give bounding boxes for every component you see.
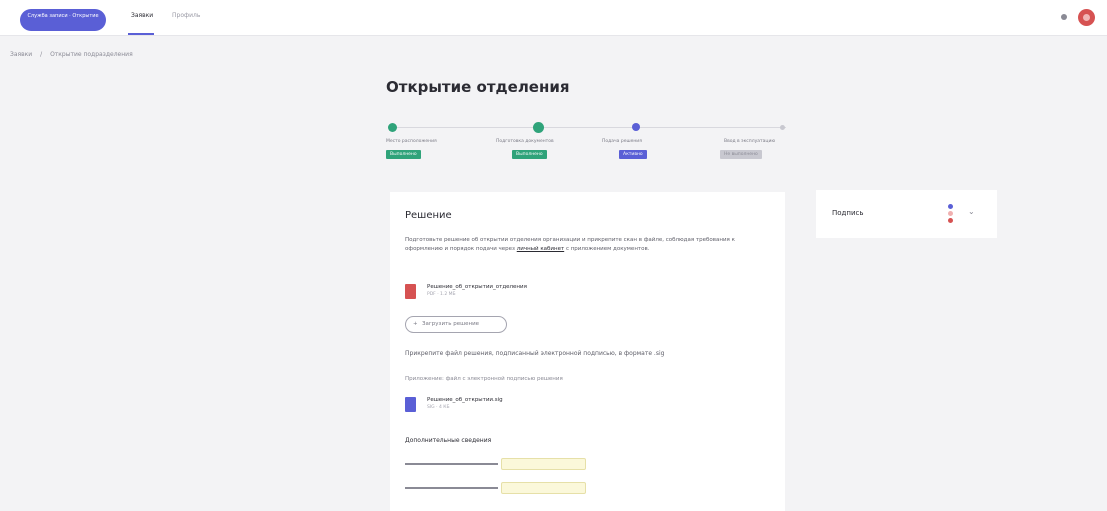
breadcrumb-item-requests[interactable]: Заявки	[10, 51, 32, 58]
app-logo[interactable]: Служба записи · Открытие	[20, 9, 106, 31]
file-name: Решение_об_открытии_отделения	[427, 284, 527, 290]
step-label: Подача решения	[602, 139, 642, 144]
signature-instruction: Прикрепите файл решения, подписанный эле…	[405, 350, 665, 357]
card-description: Подготовьте решение об открытии отделени…	[405, 237, 735, 252]
card-title: Решение	[405, 210, 452, 221]
plus-icon: +	[413, 321, 418, 327]
step-status-badge: Активно	[619, 150, 647, 159]
step-label: Подготовка документов	[496, 139, 554, 144]
pdf-file-icon	[405, 284, 416, 299]
breadcrumb: Заявки / Открытие подразделения	[10, 51, 139, 58]
tab-requests[interactable]: Заявки	[131, 12, 153, 19]
decision-card: Решение Подготовьте решение об открытии …	[390, 192, 785, 511]
step-label: Ввод в эксплуатацию	[724, 139, 776, 144]
row-label-placeholder	[405, 487, 498, 489]
highlighted-field[interactable]	[501, 482, 586, 494]
step-dot	[632, 123, 640, 131]
avatar[interactable]	[1078, 9, 1095, 26]
progress-stepper: Место расположения Выполнено Подготовка …	[386, 120, 790, 164]
breadcrumb-separator: /	[40, 51, 43, 58]
doc-file-icon	[405, 397, 416, 412]
top-bar: Служба записи · Открытие Заявки Профиль	[0, 0, 1107, 36]
page-title: Открытие отделения	[386, 78, 570, 96]
file-name: Решение_об_открытии.sig	[427, 397, 503, 403]
tab-profile[interactable]: Профиль	[172, 12, 200, 19]
stepper-line	[394, 127, 786, 128]
upload-decision-button[interactable]: + Загрузить решение	[405, 316, 507, 333]
signature-label: Подпись	[832, 209, 864, 217]
section-label: Дополнительные сведения	[405, 437, 492, 444]
row-label-placeholder	[405, 463, 498, 465]
step-label: Место расположения	[386, 139, 437, 144]
step-status-badge: Не выполнено	[720, 150, 762, 159]
chevron-down-icon[interactable]: ⌄	[968, 207, 975, 216]
breadcrumb-item-current: Открытие подразделения	[50, 51, 133, 58]
step-dot	[533, 122, 544, 133]
step-status-badge: Выполнено	[512, 150, 547, 159]
highlighted-field[interactable]	[501, 458, 586, 470]
step-dot	[780, 125, 785, 130]
signature-card[interactable]: Подпись ⌄	[816, 190, 997, 238]
active-tab-indicator	[128, 33, 154, 35]
notification-icon[interactable]	[1061, 14, 1067, 20]
file-meta: PDF · 1.2 МБ	[427, 292, 456, 297]
cabinet-link[interactable]: личный кабинет	[517, 246, 564, 252]
step-dot	[388, 123, 397, 132]
signature-hint: Приложение: файл с электронной подписью …	[405, 376, 563, 382]
file-meta: SIG · 4 КБ	[427, 405, 450, 410]
step-status-badge: Выполнено	[386, 150, 421, 159]
sign-status-icon	[946, 204, 954, 224]
